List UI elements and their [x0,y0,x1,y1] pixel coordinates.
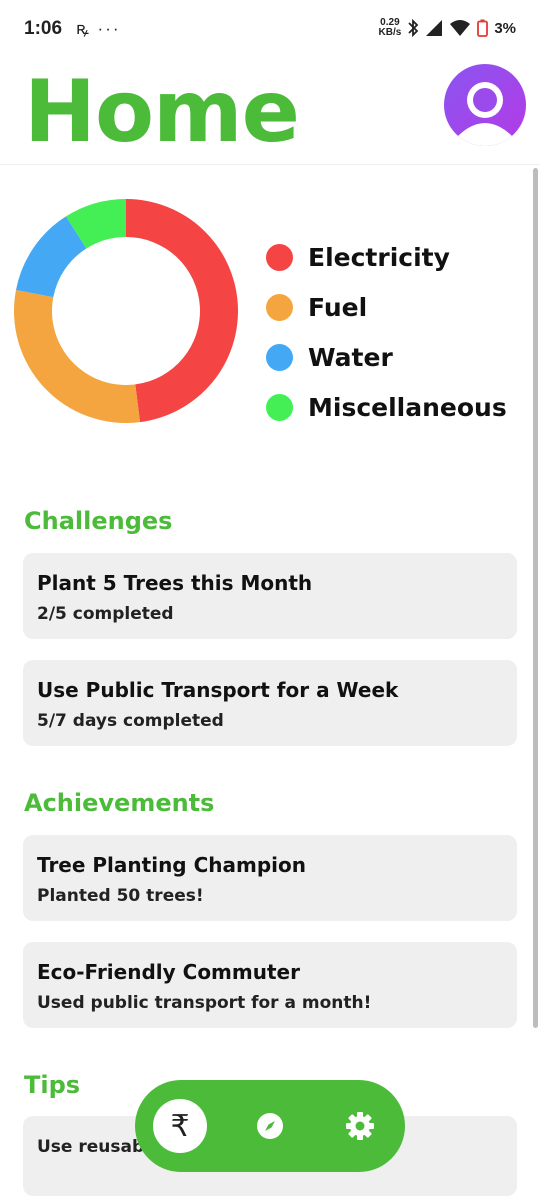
achievement-description: Planted 50 trees! [37,886,204,906]
challenge-title: Use Public Transport for a Week [37,678,399,702]
nav-settings-button[interactable] [333,1099,387,1153]
status-bar: 1:06 ꝶ ··· 0.29 KB/s 3% [0,0,540,60]
legend-dot [266,243,293,271]
wifi-icon [450,20,471,36]
achievement-card[interactable]: Eco-Friendly Commuter Used public transp… [23,942,517,1028]
achievement-description: Used public transport for a month! [37,993,372,1013]
tips-heading: Tips [24,1071,81,1099]
legend-label: Miscellaneous [308,392,507,422]
achievement-card[interactable]: Tree Planting Champion Planted 50 trees! [23,835,517,921]
legend-item-miscellaneous: Miscellaneous [266,382,507,432]
challenge-title: Plant 5 Trees this Month [37,571,313,595]
legend-item-electricity: Electricity [266,232,507,282]
chart-legend: Electricity Fuel Water Miscellaneous [266,232,507,432]
donut-slice-fuel [14,290,141,423]
legend-item-water: Water [266,332,507,382]
expense-donut-chart [14,199,239,423]
challenge-card[interactable]: Use Public Transport for a Week 5/7 days… [23,660,517,746]
achievement-title: Eco-Friendly Commuter [37,960,300,984]
bottom-navigation: ₹ [135,1080,405,1172]
challenges-heading: Challenges [24,507,173,535]
donut-slice-electricity [126,199,239,423]
legend-dot [266,393,293,421]
legend-dot [266,293,293,321]
challenge-card[interactable]: Plant 5 Trees this Month 2/5 completed [23,553,517,639]
achievement-title: Tree Planting Champion [37,853,306,877]
challenge-progress: 2/5 completed [37,604,174,624]
gear-icon [346,1112,374,1140]
legend-label: Electricity [308,242,450,272]
nav-expenses-button[interactable]: ₹ [153,1099,207,1153]
compass-icon [257,1113,283,1139]
challenge-progress: 5/7 days completed [37,711,224,731]
avatar[interactable] [444,64,526,146]
header-divider [0,164,540,165]
signal-icon [426,20,443,36]
notification-icons: ꝶ ··· [76,19,121,38]
legend-label: Water [308,342,393,372]
legend-dot [266,343,293,371]
achievements-heading: Achievements [24,789,215,817]
scrollbar[interactable] [533,168,538,1028]
legend-item-fuel: Fuel [266,282,507,332]
battery-percent: 3% [494,19,516,37]
status-time: 1:06 [24,18,63,39]
status-right-icons: 0.29 KB/s 3% [379,18,516,38]
nav-explore-button[interactable] [243,1099,297,1153]
battery-icon [477,19,489,37]
rupee-icon: ₹ [170,1108,190,1144]
page-title: Home [24,62,300,162]
person-icon [458,82,512,146]
network-speed: 0.29 KB/s [378,17,402,38]
bluetooth-icon [408,19,419,37]
legend-label: Fuel [308,292,368,322]
